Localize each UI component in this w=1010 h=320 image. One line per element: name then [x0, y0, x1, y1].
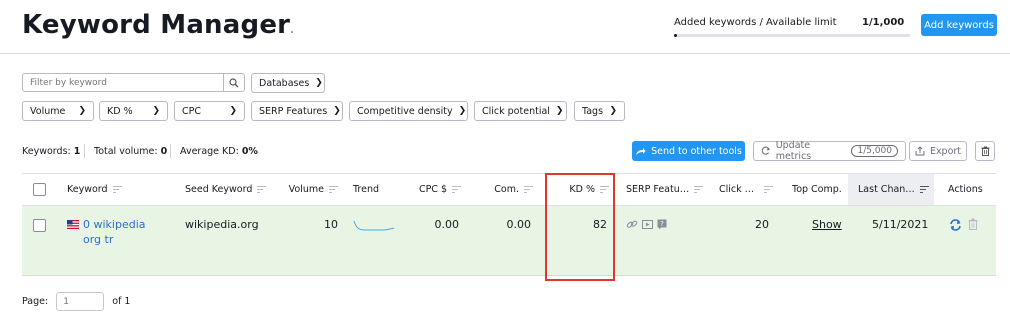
click-potential-value: 20	[755, 218, 769, 231]
add-keywords-button[interactable]: Add keywords	[921, 14, 997, 36]
chevron-down-icon: ❯	[609, 106, 617, 116]
summary-divider	[84, 144, 85, 158]
keywords-count: Keywords: 1	[22, 146, 81, 157]
sort-icon	[112, 186, 122, 193]
trash-icon	[981, 146, 989, 156]
chevron-down-icon: ❯	[333, 106, 341, 116]
sort-icon	[694, 186, 704, 193]
col-trend: Trend	[353, 184, 379, 195]
refresh-icon[interactable]	[949, 219, 962, 231]
tags-label: Tags	[582, 105, 604, 117]
share-arrow-icon	[636, 147, 646, 155]
update-label: Update metrics	[775, 140, 812, 162]
average-kd: Average KD: 0%	[180, 146, 258, 157]
volume-dropdown[interactable]: Volume ❯	[22, 101, 94, 121]
last-change-value: 5/11/2021	[872, 218, 929, 231]
serp-features-label: SERP Features	[259, 105, 328, 117]
export-label: Export	[929, 145, 962, 157]
kd-dropdown[interactable]: KD % ❯	[99, 101, 168, 121]
cpc-dropdown[interactable]: CPC ❯	[174, 101, 245, 121]
send-to-other-tools-button[interactable]: Send to other tools	[632, 141, 745, 161]
chevron-down-icon: ❯	[78, 106, 86, 116]
chevron-down-icon: ❯	[152, 106, 160, 116]
page-total: of 1	[112, 296, 131, 307]
limit-count: 1/1,000	[862, 17, 905, 28]
delete-button[interactable]	[975, 141, 995, 161]
kd-label: KD %	[107, 105, 133, 117]
chevron-down-icon: ❯	[555, 106, 564, 116]
tags-dropdown[interactable]: Tags ❯	[574, 101, 625, 121]
col-actions: Actions	[948, 184, 983, 195]
col-last-change[interactable]: Last Chan…	[848, 174, 934, 205]
search-icon	[229, 77, 239, 87]
limit-progress-fill	[674, 34, 677, 37]
sort-icon	[764, 186, 774, 193]
keyword-filter-input[interactable]	[22, 73, 224, 92]
table-row: 0 wikipedia org tr wikipedia.org 10 0.00…	[22, 206, 996, 276]
limit-progress-bar	[674, 34, 910, 37]
total-volume: Total volume: 0	[94, 146, 168, 157]
video-icon	[642, 220, 653, 229]
databases-dropdown[interactable]: Databases ❯	[251, 73, 325, 93]
sort-icon	[452, 186, 461, 193]
page-number-input[interactable]	[56, 292, 105, 311]
us-flag-icon	[67, 220, 79, 229]
update-metrics-button[interactable]: Update metrics 1/5,000	[753, 140, 906, 162]
refresh-icon	[761, 146, 770, 155]
row-checkbox[interactable]	[33, 219, 46, 232]
col-keyword[interactable]: Keyword	[67, 174, 122, 205]
trend-sparkline	[353, 220, 395, 231]
sort-icon	[329, 186, 338, 193]
volume-label: Volume	[30, 105, 66, 117]
click-potential-label: Click potential	[482, 105, 550, 117]
col-seed-keyword[interactable]: Seed Keyword	[185, 174, 267, 205]
summary-divider	[170, 144, 171, 158]
competitive-density-label: Competitive density	[357, 105, 453, 117]
trash-icon[interactable]	[968, 218, 978, 230]
col-cpc[interactable]: CPC $	[397, 174, 461, 205]
table-header: Keyword Seed Keyword Volume Trend CPC $ …	[22, 173, 996, 206]
search-button[interactable]	[223, 73, 245, 92]
col-top-competitors: Top Comp.	[792, 184, 842, 195]
pagination: Page: of 1	[22, 292, 130, 311]
click-potential-dropdown[interactable]: Click potential ❯	[474, 101, 567, 121]
cpc-label: CPC	[182, 105, 201, 117]
keyword-link[interactable]: 0 wikipedia org tr	[83, 217, 167, 247]
svg-text:?: ?	[660, 220, 664, 228]
serp-features-dropdown[interactable]: SERP Features ❯	[251, 101, 343, 121]
col-competition[interactable]: Com.	[477, 174, 533, 205]
cpc-value: 0.00	[434, 218, 460, 231]
kd-column-highlight	[545, 173, 615, 281]
chevron-down-icon: ❯	[315, 78, 323, 88]
col-click-potential[interactable]: Click …	[719, 174, 774, 205]
export-icon	[915, 146, 925, 156]
col-serp-features[interactable]: SERP Featu…	[626, 174, 704, 205]
seed-keyword: wikipedia.org	[185, 218, 259, 231]
chevron-down-icon: ❯	[229, 106, 237, 116]
send-label: Send to other tools	[651, 145, 742, 157]
chevron-down-icon: ❯	[458, 106, 467, 116]
link-icon	[626, 220, 638, 228]
page-label: Page:	[22, 296, 49, 307]
sort-icon	[257, 186, 267, 193]
com-value: 0.00	[506, 218, 532, 231]
volume-value: 10	[324, 218, 338, 231]
sort-icon	[919, 186, 929, 193]
competitive-density-dropdown[interactable]: Competitive density ❯	[349, 101, 468, 121]
select-all-checkbox[interactable]	[33, 183, 46, 196]
serp-features-icons: ?	[626, 219, 667, 230]
header-divider	[0, 53, 1010, 54]
databases-label: Databases	[259, 77, 310, 89]
update-limit-badge: 1/5,000	[851, 145, 898, 157]
export-button[interactable]: Export	[909, 141, 967, 161]
col-volume[interactable]: Volume	[272, 174, 338, 205]
sort-icon	[524, 186, 533, 193]
limit-label: Added keywords / Available limit	[674, 17, 837, 28]
faq-icon: ?	[657, 219, 667, 230]
page-title: Keyword Manager.	[22, 10, 295, 40]
top-competitors-link[interactable]: Show	[812, 218, 842, 231]
